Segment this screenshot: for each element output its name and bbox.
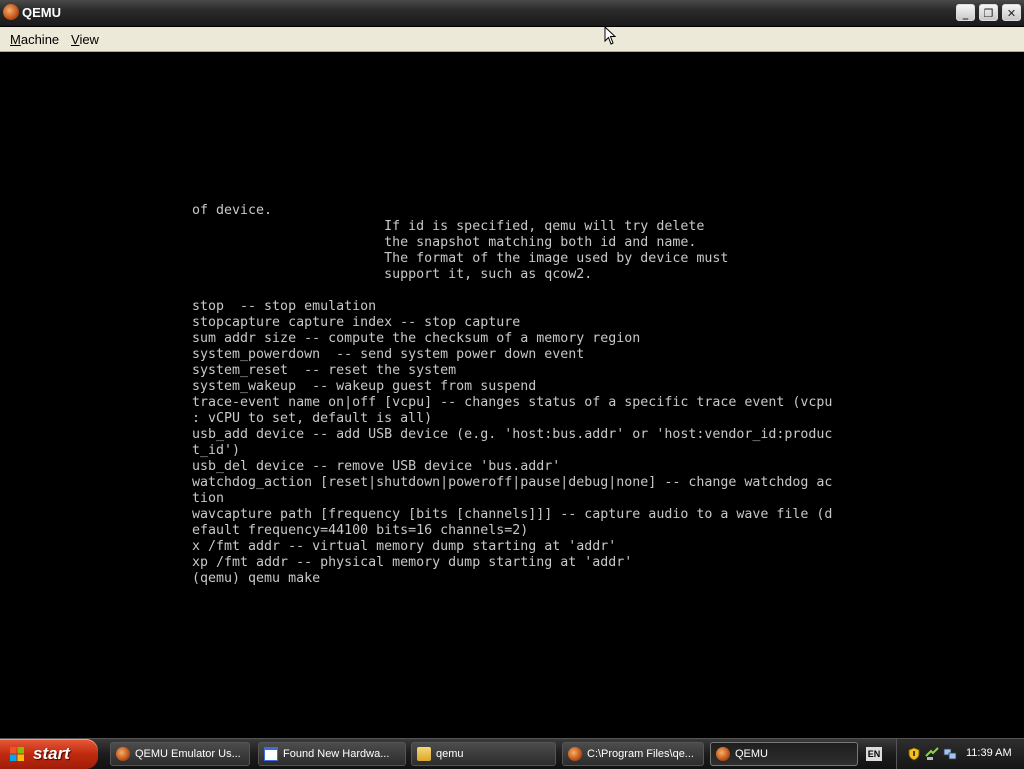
safely-remove-hardware-icon[interactable] [925, 747, 939, 761]
window-icon [264, 747, 278, 761]
close-button[interactable]: ✕ [1002, 4, 1021, 21]
clock[interactable]: 11:39 AM [966, 747, 1012, 759]
qemu-app-icon[interactable] [3, 4, 19, 20]
windows-logo-icon [10, 747, 24, 761]
mouse-cursor-icon [604, 26, 617, 45]
console-output: of device. If id is specified, qemu will… [192, 203, 833, 586]
minimize-button[interactable]: _ [956, 4, 975, 21]
qemu-icon [116, 747, 130, 761]
qemu-icon [716, 747, 730, 761]
taskbar: start QEMU Emulator Us... Found New Hard… [0, 738, 1024, 769]
task-label: QEMU [735, 748, 768, 760]
system-tray: 11:39 AM [896, 739, 1024, 769]
security-shield-icon[interactable] [907, 747, 921, 761]
start-label: start [33, 744, 70, 763]
qemu-console[interactable]: of device. If id is specified, qemu will… [0, 52, 1024, 738]
task-found-new-hardware[interactable]: Found New Hardwa... [258, 742, 406, 766]
task-program-files-qemu[interactable]: C:\Program Files\qe... [562, 742, 704, 766]
title-bar[interactable]: QEMU _ ❐ ✕ [0, 0, 1024, 27]
menu-machine[interactable]: Machine [10, 32, 59, 47]
folder-icon [417, 747, 431, 761]
language-indicator[interactable]: EN [866, 747, 882, 761]
task-label: QEMU Emulator Us... [135, 748, 241, 760]
task-qemu-window[interactable]: QEMU [710, 742, 858, 766]
start-button[interactable]: start [0, 739, 98, 769]
qemu-icon [568, 747, 582, 761]
task-qemu-folder[interactable]: qemu [411, 742, 556, 766]
menu-view[interactable]: View [71, 32, 99, 47]
task-qemu-emulator-user-doc[interactable]: QEMU Emulator Us... [110, 742, 250, 766]
task-label: Found New Hardwa... [283, 748, 390, 760]
network-connection-icon[interactable] [943, 747, 957, 761]
task-label: qemu [436, 748, 464, 760]
maximize-button[interactable]: ❐ [979, 4, 998, 21]
menu-bar: Machine View [0, 27, 1024, 52]
task-label: C:\Program Files\qe... [587, 748, 694, 760]
window-title: QEMU [22, 5, 61, 20]
